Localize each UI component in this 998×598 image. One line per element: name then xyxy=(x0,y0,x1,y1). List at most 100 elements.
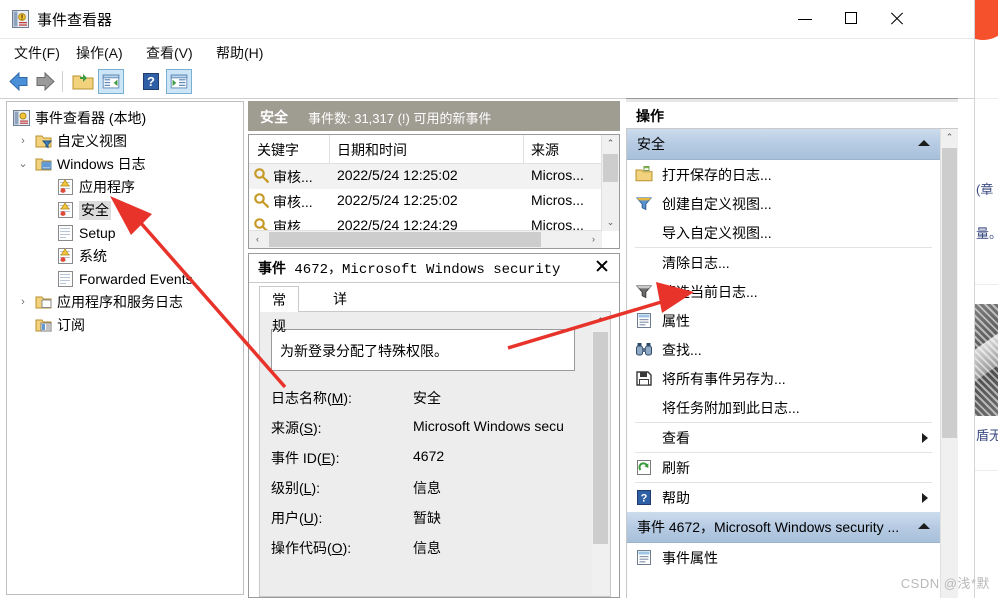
tree-item-subscriptions[interactable]: 订阅 xyxy=(7,314,243,337)
menu-help[interactable]: 帮助(H) xyxy=(212,42,267,64)
action-label: 清除日志... xyxy=(662,255,730,271)
log-icon xyxy=(58,248,73,264)
field-key: 事件 ID(E): xyxy=(271,450,340,466)
field-value: 4672 xyxy=(413,448,445,464)
help-icon[interactable]: ? xyxy=(138,69,164,94)
event-detail-title-rest: 4672，Microsoft Windows security xyxy=(294,262,561,278)
column-header-source[interactable]: 来源 xyxy=(531,140,559,160)
tree-item-security[interactable]: 安全 xyxy=(7,199,243,222)
chevron-down-icon[interactable]: ⌄ xyxy=(17,153,29,176)
menu-bar: 文件(F) 操作(A) 查看(V) 帮助(H) xyxy=(0,38,974,65)
audit-key-icon xyxy=(254,193,270,209)
action-find[interactable]: 查找... xyxy=(627,335,940,364)
scroll-thumb[interactable] xyxy=(942,148,957,438)
action-properties[interactable]: 属性 xyxy=(627,306,940,335)
log-header: 安全 事件数: 31,317 (!) 可用的新事件 xyxy=(248,101,620,131)
action-label: 创建自定义视图... xyxy=(662,196,772,212)
actions-group-label: 安全 xyxy=(637,136,665,152)
tree-item-event-viewer-root[interactable]: 事件查看器 (本地) xyxy=(7,107,243,130)
tree-item-custom-views[interactable]: › 自定义视图 xyxy=(7,130,243,153)
event-row[interactable]: 审核... 2022/5/24 12:25:02 Micros... xyxy=(249,164,602,189)
event-detail-scrollbar[interactable]: ⌃ xyxy=(592,313,609,595)
event-source: Micros... xyxy=(531,192,584,208)
maximize-button[interactable] xyxy=(828,0,874,38)
forward-icon[interactable] xyxy=(32,69,58,94)
tree-item-forwarded-events[interactable]: Forwarded Events xyxy=(7,268,243,291)
tree-item-applications-and-services-logs[interactable]: › 应用程序和服务日志 xyxy=(7,291,243,314)
event-detail-title-prefix: 事件 xyxy=(258,260,286,276)
scroll-thumb[interactable] xyxy=(593,332,608,544)
close-button[interactable] xyxy=(874,0,920,38)
collapse-caret-icon[interactable] xyxy=(918,523,930,529)
tree-item-label: 安全 xyxy=(79,201,111,220)
action-view[interactable]: 查看 xyxy=(627,423,940,452)
log-icon xyxy=(58,202,73,218)
field-row-event-id: 事件 ID(E): 4672 xyxy=(271,444,575,474)
show-hide-console-tree-icon[interactable] xyxy=(98,69,124,94)
submenu-arrow-icon[interactable] xyxy=(922,433,928,443)
action-create-custom-view[interactable]: 创建自定义视图... xyxy=(627,189,940,218)
event-row[interactable]: 审核... 2022/5/24 12:25:02 Micros... xyxy=(249,189,602,214)
event-list[interactable]: 关键字 日期和时间 来源 审核... 2022/5/24 12:25:02 Mi… xyxy=(248,134,620,249)
event-list-horizontal-scrollbar[interactable]: ‹ › xyxy=(249,230,602,248)
menu-view[interactable]: 查看(V) xyxy=(142,42,197,64)
back-icon[interactable] xyxy=(6,69,32,94)
action-filter-current-log[interactable]: 筛选当前日志... xyxy=(627,277,940,306)
field-key: 级别(L): xyxy=(271,480,321,496)
watermark: CSDN @浅*默 xyxy=(900,576,990,591)
actions-pane-scrollbar[interactable]: ⌃ xyxy=(940,129,958,598)
tab-general[interactable]: 常规 xyxy=(259,286,299,334)
collapse-caret-icon[interactable] xyxy=(918,140,930,146)
action-event-properties[interactable]: 事件属性 xyxy=(627,543,940,572)
tree-item-label: 应用程序 xyxy=(79,179,135,195)
tree-item-setup[interactable]: Setup xyxy=(7,222,243,245)
tree-item-windows-logs[interactable]: ⌄ Windows 日志 xyxy=(7,153,243,176)
chevron-right-icon[interactable]: › xyxy=(17,291,29,314)
actions-group-header-security[interactable]: 安全 xyxy=(627,129,940,160)
column-header-datetime[interactable]: 日期和时间 xyxy=(337,140,407,160)
background-text-1: 量。 xyxy=(976,226,998,241)
action-open-saved-log[interactable]: 打开保存的日志... xyxy=(627,160,940,189)
actions-group-header-event[interactable]: 事件 4672，Microsoft Windows security ... xyxy=(627,512,940,543)
column-header-keywords[interactable]: 关键字 xyxy=(257,140,299,160)
field-row-level: 级别(L): 信息 xyxy=(271,474,575,504)
scroll-down-icon[interactable]: ⌄ xyxy=(602,214,619,231)
scroll-up-icon[interactable]: ⌃ xyxy=(941,129,958,146)
event-datetime: 2022/5/24 12:25:02 xyxy=(337,192,458,208)
window-title: 事件查看器 xyxy=(37,12,113,29)
field-value: Microsoft Windows secu xyxy=(413,418,564,434)
event-keyword: 审核... xyxy=(273,194,313,210)
tab-details[interactable]: 详细信息 xyxy=(321,286,359,385)
action-import-custom-view[interactable]: 导入自定义视图... xyxy=(627,218,940,247)
submenu-arrow-icon[interactable] xyxy=(922,493,928,503)
menu-action[interactable]: 操作(A) xyxy=(72,42,127,64)
event-viewer-window: 事件查看器 文件(F) 操作(A) 查看(V) 帮助(H) ? 事件查看器 (本… xyxy=(0,0,975,598)
tree-item-application[interactable]: 应用程序 xyxy=(7,176,243,199)
action-clear-log[interactable]: 清除日志... xyxy=(627,248,940,277)
scroll-right-icon[interactable]: › xyxy=(585,231,602,248)
properties-icon xyxy=(637,550,651,565)
scroll-left-icon[interactable]: ‹ xyxy=(249,231,266,248)
event-source: Micros... xyxy=(531,167,584,183)
scroll-thumb[interactable] xyxy=(269,232,541,247)
log-icon xyxy=(58,179,73,195)
action-refresh[interactable]: 刷新 xyxy=(627,453,940,482)
open-folder-icon[interactable] xyxy=(70,69,96,94)
event-detail-header: 事件 4672，Microsoft Windows security xyxy=(249,254,619,283)
tree-item-system[interactable]: 系统 xyxy=(7,245,243,268)
help-icon: ? xyxy=(637,490,651,505)
chevron-right-icon[interactable]: › xyxy=(17,130,29,153)
show-hide-action-pane-icon[interactable] xyxy=(166,69,192,94)
event-list-vertical-scrollbar[interactable]: ⌃ ⌄ xyxy=(601,135,619,231)
minimize-button[interactable] xyxy=(782,0,828,38)
close-icon[interactable] xyxy=(593,257,611,275)
action-help[interactable]: ? 帮助 xyxy=(627,483,940,512)
tree-item-label: 系统 xyxy=(79,248,107,264)
scroll-up-icon[interactable]: ⌃ xyxy=(592,313,609,330)
event-message-box: 为新登录分配了特殊权限。 xyxy=(271,329,575,371)
scroll-up-icon[interactable]: ⌃ xyxy=(602,135,619,152)
action-attach-task-to-this-log[interactable]: 将任务附加到此日志... xyxy=(627,393,940,422)
action-save-all-events-as[interactable]: 将所有事件另存为... xyxy=(627,364,940,393)
scroll-thumb[interactable] xyxy=(603,154,618,182)
menu-file[interactable]: 文件(F) xyxy=(10,42,64,64)
